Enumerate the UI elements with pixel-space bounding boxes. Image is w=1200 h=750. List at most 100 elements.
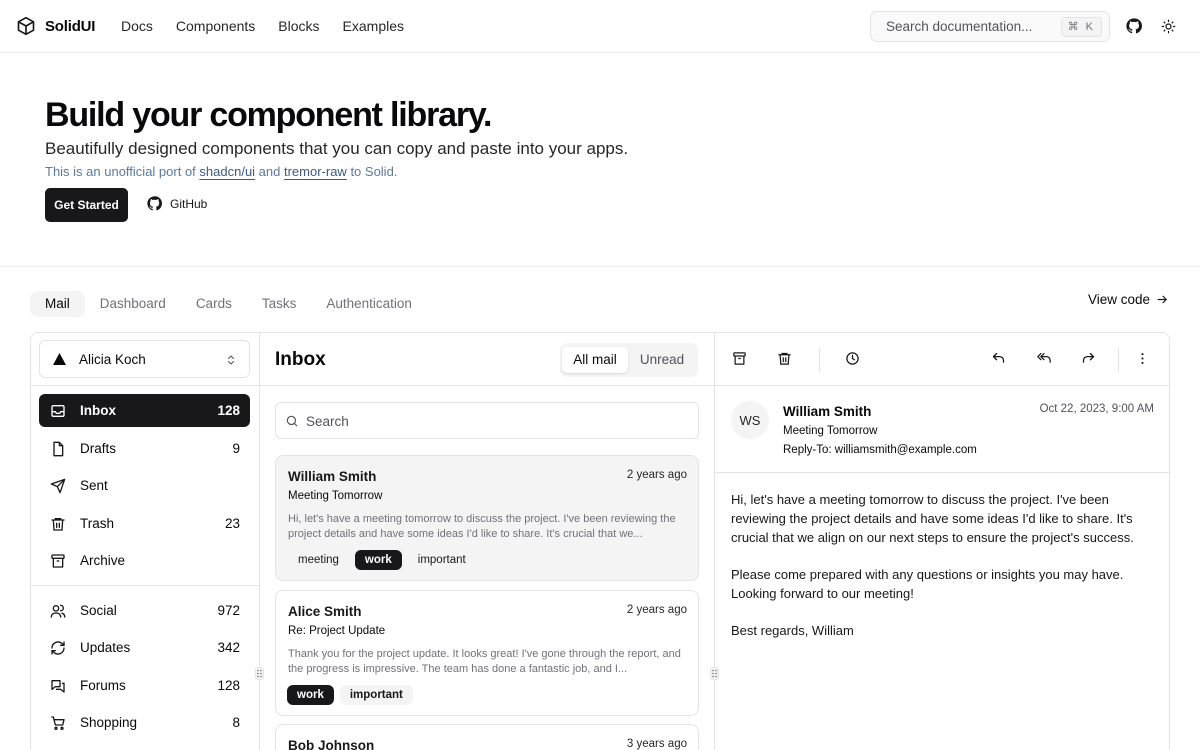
mail-search-input[interactable]: Search	[275, 402, 699, 439]
reply-icon[interactable]	[991, 351, 1008, 368]
sidebar-item-label: Updates	[80, 640, 131, 655]
hero-title: Build your component library.	[45, 96, 492, 134]
sidebar-item-label: Forums	[80, 678, 126, 693]
mail-sender: Alice Smith	[288, 604, 362, 619]
resize-handle-icon[interactable]	[255, 667, 264, 680]
sidebar-item-label: Drafts	[80, 441, 117, 456]
tremor-link[interactable]: tremor-raw	[284, 164, 347, 179]
github-icon[interactable]	[1125, 17, 1143, 35]
sidebar-item-forums[interactable]: Forums 128	[39, 669, 250, 702]
tag-meeting: meeting	[298, 554, 339, 566]
sidebar-item-count: 9	[232, 441, 240, 456]
hero-note-prefix: This is an unofficial port of	[45, 164, 200, 179]
sidebar-item-count: 128	[217, 403, 240, 418]
cart-icon	[50, 715, 66, 731]
search-shortcut-badge: ⌘ K	[1060, 17, 1102, 37]
tag-work: work	[354, 550, 402, 570]
clock-icon[interactable]	[845, 351, 862, 368]
shadcn-link[interactable]: shadcn/ui	[199, 164, 255, 179]
sidebar-item-archive[interactable]: Archive	[39, 544, 250, 577]
detail-sender: William Smith	[783, 404, 872, 419]
sidebar-item-label: Sent	[80, 478, 108, 493]
top-navbar: SolidUI Docs Components Blocks Examples …	[0, 0, 1200, 53]
sidebar-item-drafts[interactable]: Drafts 9	[39, 432, 250, 465]
tab-dashboard[interactable]: Dashboard	[85, 291, 181, 317]
hero-note: This is an unofficial port of shadcn/ui …	[45, 164, 397, 179]
mail-sender: Bob Johnson	[288, 738, 375, 750]
detail-paragraph: Hi, let's have a meeting tomorrow to dis…	[731, 492, 1134, 545]
sidebar-divider	[259, 333, 260, 750]
sidebar-item-updates[interactable]: Updates 342	[39, 631, 250, 664]
filter-all-mail[interactable]: All mail	[562, 347, 628, 373]
sidebar-item-count: 23	[224, 516, 240, 531]
triangle-logo-icon	[53, 353, 66, 365]
detail-paragraph: Please come prepared with any questions …	[731, 567, 1124, 601]
sidebar-item-sent[interactable]: Sent	[39, 469, 250, 502]
sidebar-item-trash[interactable]: Trash 23	[39, 507, 250, 540]
get-started-button[interactable]: Get Started	[45, 188, 128, 222]
mail-filter-tabs: All mail Unread	[560, 343, 698, 377]
arrow-right-icon	[1156, 293, 1169, 306]
inbox-title: Inbox	[275, 349, 326, 370]
mail-search-placeholder: Search	[306, 414, 349, 429]
docs-search-input[interactable]: Search documentation... ⌘ K	[870, 11, 1110, 42]
tab-cards[interactable]: Cards	[181, 291, 247, 317]
reply-all-icon[interactable]	[1036, 351, 1053, 368]
tag-important: important	[339, 685, 413, 705]
mail-date: 2 years ago	[626, 469, 687, 481]
hero-note-suffix: to Solid.	[346, 164, 398, 179]
send-icon	[50, 478, 66, 494]
docs-search-placeholder: Search documentation...	[886, 19, 1033, 34]
sidebar-divider-top	[31, 385, 259, 386]
sidebar-item-inbox[interactable]: Inbox 128	[39, 394, 250, 427]
toolbar-separator	[819, 348, 820, 372]
detail-subject: Meeting Tomorrow	[783, 425, 878, 437]
archive-icon	[50, 553, 66, 569]
toolbar-separator	[1118, 348, 1119, 372]
trash-icon[interactable]	[777, 351, 794, 368]
mail-preview: Thank you for the project update. It loo…	[288, 648, 681, 675]
mail-date: 2 years ago	[626, 604, 687, 616]
detail-reply-to: Reply-To: williamsmith@example.com	[783, 444, 977, 456]
account-switcher[interactable]: Alicia Koch	[39, 340, 250, 378]
mail-sender: William Smith	[288, 469, 377, 484]
tab-tasks[interactable]: Tasks	[247, 291, 312, 317]
resize-handle-icon[interactable]	[710, 667, 719, 680]
forward-icon[interactable]	[1081, 351, 1098, 368]
brand-logo[interactable]: SolidUI	[16, 16, 95, 36]
hero-subtitle: Beautifully designed components that you…	[45, 139, 629, 158]
mail-list-item[interactable]: William Smith 2 years ago Meeting Tomorr…	[275, 455, 699, 581]
updates-icon	[50, 640, 66, 656]
sidebar-item-social[interactable]: Social 972	[39, 594, 250, 627]
nav-components[interactable]: Components	[176, 18, 255, 34]
detail-paragraph: Best regards, William	[731, 623, 854, 638]
avatar: WS	[731, 401, 769, 439]
mail-list-item[interactable]: Alice Smith 2 years ago Re: Project Upda…	[275, 590, 699, 716]
mail-app: Alicia Koch Inbox 128 Drafts 9 Sent Tras…	[30, 332, 1170, 750]
sidebar-item-label: Archive	[80, 553, 126, 568]
tag-work: work	[287, 685, 334, 705]
github-button[interactable]: GitHub	[147, 196, 207, 211]
mail-subject: Meeting Tomorrow	[288, 490, 383, 502]
theme-toggle-sun-icon[interactable]	[1159, 17, 1177, 35]
filter-unread[interactable]: Unread	[630, 347, 694, 373]
sidebar-item-shopping[interactable]: Shopping 8	[39, 706, 250, 739]
nav-examples[interactable]: Examples	[343, 18, 404, 34]
tab-authentication[interactable]: Authentication	[311, 291, 427, 317]
file-icon	[50, 441, 66, 457]
inbox-icon	[50, 403, 66, 419]
sidebar-item-label: Trash	[80, 516, 115, 531]
detail-date: Oct 22, 2023, 9:00 AM	[1039, 403, 1154, 415]
nav-docs[interactable]: Docs	[121, 18, 153, 34]
mail-list-item[interactable]: Bob Johnson 3 years ago	[275, 724, 699, 750]
sidebar-item-count: 342	[217, 640, 240, 655]
archive-icon[interactable]	[732, 351, 749, 368]
section-divider	[0, 266, 1200, 267]
brand-name: SolidUI	[45, 17, 96, 35]
list-divider	[714, 333, 715, 750]
more-vertical-icon[interactable]	[1135, 351, 1152, 368]
nav-blocks[interactable]: Blocks	[278, 18, 319, 34]
sidebar-item-label: Social	[80, 603, 117, 618]
tab-mail[interactable]: Mail	[30, 291, 85, 317]
view-code-link[interactable]: View code	[1088, 292, 1169, 307]
